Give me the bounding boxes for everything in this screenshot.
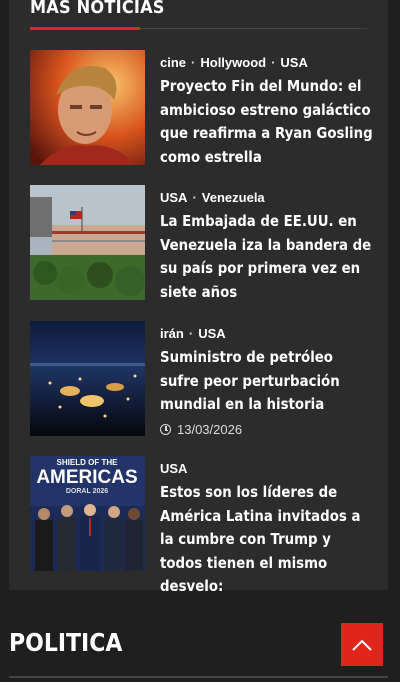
more-news-panel: MÁS NOTICIAS cine · Hollywood · USA Proy… [9, 0, 388, 595]
thumb-caption-3: DORAL 2026 [66, 488, 108, 495]
thumb-caption-1: SHIELD OF THE [57, 458, 119, 467]
scroll-to-top-button[interactable] [341, 623, 383, 666]
oil-refinery-night-image[interactable] [30, 321, 145, 436]
date-text: 13/03/2026 [177, 422, 243, 437]
tag-link[interactable]: USA [160, 190, 187, 205]
article-tags: irán · USA [160, 326, 226, 341]
embassy-building-image[interactable] [30, 185, 145, 300]
section-title: MÁS NOTICIAS [30, 0, 165, 18]
politica-section-title: POLITICA [9, 628, 123, 657]
tag-link[interactable]: USA [280, 55, 307, 70]
tag-link[interactable]: USA [160, 461, 187, 476]
clock-icon [160, 424, 171, 435]
thumb-caption-2: AMERICAS [36, 467, 137, 488]
chevron-up-icon [352, 639, 372, 651]
article-title-link[interactable]: Estos son los líderes de América Latina … [160, 481, 375, 599]
tag-link[interactable]: cine [160, 55, 186, 70]
tag-link[interactable]: irán [160, 326, 184, 341]
section-divider [9, 676, 388, 678]
section-underline [30, 27, 140, 30]
article-title-link[interactable]: Suministro de petróleo sufre peor pertur… [160, 346, 375, 417]
tag-link[interactable]: Hollywood [200, 55, 266, 70]
summit-leaders-image[interactable]: SHIELD OF THE AMERICAS DORAL 2026 [30, 456, 145, 571]
article-tags: USA [160, 461, 368, 477]
article-date: 13/03/2026 [160, 422, 242, 437]
tag-link[interactable]: Venezuela [202, 190, 265, 205]
section-header: MÁS NOTICIAS [30, 0, 367, 30]
actor-portrait-image[interactable] [30, 50, 145, 165]
article-tags: cine · Hollywood · USA [160, 55, 308, 70]
tag-link[interactable]: USA [198, 326, 225, 341]
article-title-link[interactable]: Proyecto Fin del Mundo: el ambicioso est… [160, 75, 375, 169]
article-title-link[interactable]: La Embajada de EE.UU. en Venezuela iza l… [160, 210, 375, 304]
article-tags: USA · Venezuela [160, 190, 265, 205]
